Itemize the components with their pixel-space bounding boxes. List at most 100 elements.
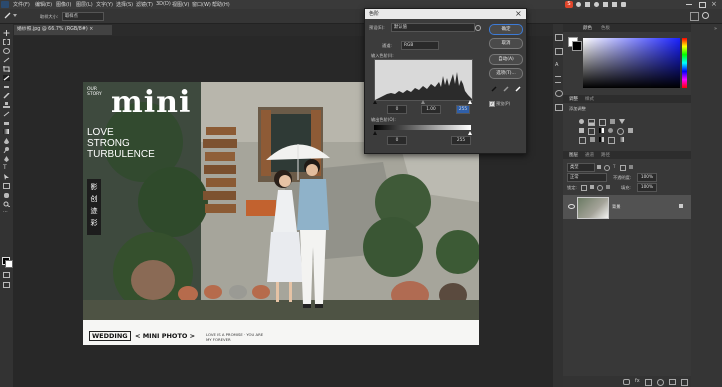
layer-mask-icon[interactable] [645,379,652,386]
quick-select-tool-icon[interactable] [3,57,10,63]
gray-point-eyedropper-icon[interactable] [503,86,509,92]
clone-stamp-icon[interactable] [3,102,10,108]
tab-layers[interactable]: 图层 [569,152,578,158]
preset-options-icon[interactable] [475,25,481,31]
color-lookup-adjust-icon[interactable] [628,128,633,133]
invert-adjust-icon[interactable] [579,137,586,144]
smart-object-filter-icon[interactable] [629,165,633,169]
sogou-ime-icon[interactable]: S [565,1,573,8]
brush-panel-icon[interactable] [555,90,563,97]
pixel-filter-icon[interactable] [597,165,601,169]
input-black-slider[interactable] [373,100,377,104]
brightness-adjust-icon[interactable] [579,119,584,124]
curves-adjust-icon[interactable] [599,119,606,126]
layer-row-background[interactable]: 背景 [563,195,691,219]
input-gamma-field[interactable]: 1.00 [421,105,441,114]
dodge-tool-icon[interactable] [3,147,10,154]
ok-button[interactable]: 确定 [489,24,523,35]
menu-filter[interactable]: 滤镜(T) [136,1,153,8]
black-white-adjust-icon[interactable] [599,128,604,133]
menu-layer[interactable]: 图层(L) [76,1,93,8]
menu-view[interactable]: 视图(V) [172,1,189,8]
eyedropper-icon[interactable] [3,75,10,81]
menu-select[interactable]: 选择(S) [116,1,133,8]
preview-checkbox[interactable]: ✓ [489,101,495,107]
rectangle-tool-icon[interactable] [3,183,10,189]
levels-adjust-icon[interactable] [588,119,595,126]
tab-channels[interactable]: 通道 [585,152,594,158]
tab-paths[interactable]: 路径 [601,152,610,158]
type-filter-icon[interactable]: T [613,165,617,169]
pen-tool-icon[interactable] [3,156,10,162]
options-button[interactable]: 选项(T)... [489,68,523,79]
menu-image[interactable]: 图像(I) [56,1,71,8]
link-layers-icon[interactable] [623,379,630,385]
more-tools-icon[interactable]: ··· [3,210,10,216]
character-panel-icon[interactable]: A [555,62,561,68]
panel-collapse-icon[interactable]: » [714,26,717,32]
output-white-field[interactable]: 255 [451,136,471,145]
marquee-tool-icon[interactable] [3,39,10,45]
layer-style-icon[interactable]: fx [635,379,640,384]
auto-button[interactable]: 自动(A) [489,54,523,65]
menu-3d[interactable]: 3D(D) [156,1,171,7]
photo-filter-adjust-icon[interactable] [608,128,613,133]
lock-transparent-icon[interactable] [581,185,587,191]
preset-select[interactable]: 默认值 [391,23,475,32]
dialog-titlebar[interactable]: 色阶 × [365,9,526,19]
tab-adjustments[interactable]: 调整 [569,96,578,102]
crop-tool-icon[interactable] [3,66,10,72]
selective-color-adjust-icon[interactable] [608,137,615,144]
fill-field[interactable]: 100% [637,183,657,192]
paragraph-panel-icon[interactable] [555,76,561,83]
eyedropper-tool-icon[interactable] [4,12,11,19]
move-tool-icon[interactable] [3,30,10,36]
eraser-tool-icon[interactable] [3,120,10,126]
brush-tool-icon[interactable] [3,92,10,99]
properties-panel-icon[interactable] [555,48,563,55]
output-black-field[interactable]: 0 [387,136,407,145]
history-brush-icon[interactable] [3,111,10,117]
blend-mode-select[interactable]: 正常 [567,173,607,182]
input-white-field[interactable]: 255 [456,105,470,114]
black-point-eyedropper-icon[interactable] [491,86,497,92]
document-tab[interactable]: 婚纱照.jpg @ 66.7% (RGB/8#) × [14,25,112,35]
cancel-button[interactable]: 取消 [489,38,523,49]
color-balance-adjust-icon[interactable] [588,128,595,135]
lasso-tool-icon[interactable] [3,48,10,54]
maximize-icon[interactable] [699,2,706,8]
layer-visibility-eye-icon[interactable] [568,204,575,209]
type-tool-icon[interactable]: T [3,165,10,171]
tab-styles[interactable]: 样式 [585,96,594,102]
gradient-map-adjust-icon[interactable] [619,137,624,142]
new-layer-icon[interactable] [681,379,688,386]
adjustment-filter-icon[interactable] [604,165,610,171]
white-point-eyedropper-icon[interactable] [515,86,521,92]
ps-logo[interactable] [1,1,9,8]
lock-position-icon[interactable] [597,185,603,191]
close-icon[interactable]: × [711,0,719,8]
vibrance-adjust-icon[interactable] [619,119,625,124]
tab-swatches[interactable]: 色板 [601,25,610,31]
color-picker-field[interactable] [583,38,680,88]
layer-lock-icon[interactable] [679,204,683,208]
threshold-adjust-icon[interactable] [599,137,604,142]
exposure-adjust-icon[interactable] [610,119,615,124]
layer-kind-filter[interactable]: 类型 [567,163,595,172]
lock-all-icon[interactable] [606,185,610,189]
history-panel-icon[interactable] [555,34,563,41]
output-white-slider[interactable] [468,131,472,135]
blur-tool-icon[interactable] [3,138,10,144]
minimize-icon[interactable] [686,4,692,5]
input-black-field[interactable]: 0 [387,105,407,114]
screen-mode-icon[interactable] [3,282,10,288]
tool-preset-dropdown-icon[interactable] [13,14,17,17]
clone-source-icon[interactable] [555,104,563,111]
input-gamma-slider[interactable] [421,100,425,104]
hue-slider[interactable] [682,38,687,88]
gradient-tool-icon[interactable] [3,129,9,134]
hue-sat-adjust-icon[interactable] [579,128,584,133]
output-black-slider[interactable] [373,131,377,135]
healing-brush-icon[interactable] [3,84,10,90]
posterize-adjust-icon[interactable] [590,137,595,142]
